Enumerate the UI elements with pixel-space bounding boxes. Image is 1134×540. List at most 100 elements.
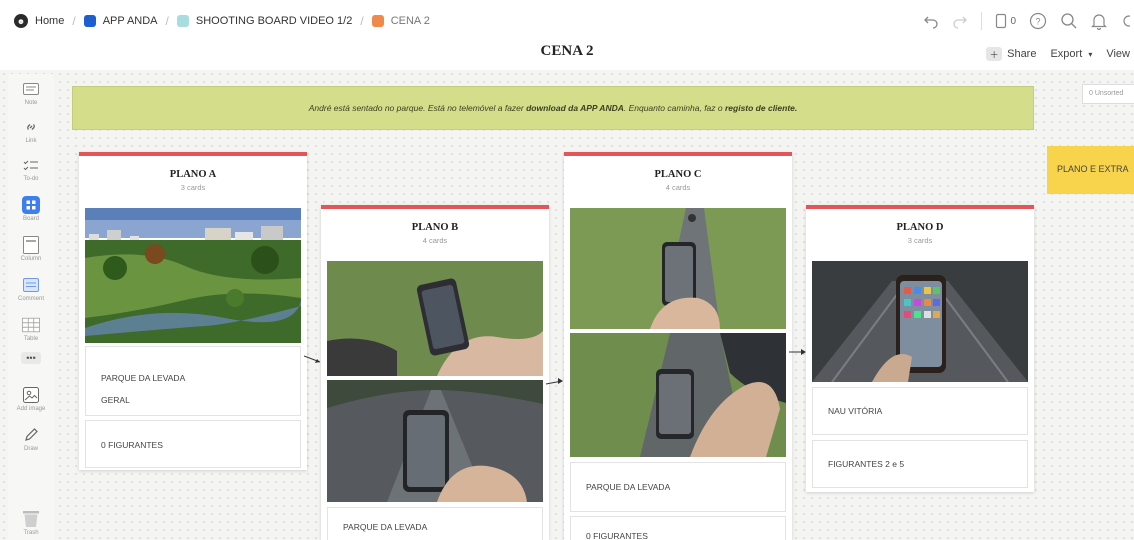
escalator-phone-image bbox=[812, 261, 1028, 382]
svg-text:?: ? bbox=[1035, 17, 1040, 27]
tool-label: Table bbox=[23, 336, 39, 342]
text-card[interactable]: 0 FIGURANTES bbox=[570, 516, 786, 540]
breadcrumb: ☻ Home / APP ANDA / SHOOTING BOARD VIDEO… bbox=[14, 14, 430, 28]
header-actions: ＋ Share Export ▾ View bbox=[986, 47, 1130, 61]
column-plano-b[interactable]: PLANO B 4 cards PARQUE DA LEVADA bbox=[321, 205, 549, 540]
image-card-phone-grass[interactable] bbox=[327, 261, 543, 376]
breadcrumb-shooting-board[interactable]: SHOOTING BOARD VIDEO 1/2 bbox=[176, 15, 353, 27]
board-color-icon bbox=[83, 15, 96, 27]
tool-trash[interactable]: Trash bbox=[8, 510, 54, 536]
breadcrumb-label: SHOOTING BOARD VIDEO 1/2 bbox=[195, 15, 353, 27]
unsorted-button[interactable]: 0 Unsorted bbox=[1082, 84, 1134, 104]
search-icon[interactable] bbox=[1060, 12, 1078, 30]
column-title[interactable]: PLANO C bbox=[564, 169, 792, 180]
export-label: Export bbox=[1050, 48, 1083, 60]
draw-icon bbox=[22, 426, 40, 444]
bell-icon[interactable] bbox=[1091, 12, 1107, 30]
tool-label: Add image bbox=[16, 406, 46, 412]
sticky-note-plano-e[interactable]: PLANO E EXTRA bbox=[1047, 146, 1134, 194]
column-header: PLANO D 3 cards bbox=[806, 209, 1034, 257]
more-icon: ••• bbox=[21, 352, 41, 364]
settings-icon[interactable] bbox=[1120, 12, 1130, 30]
image-card-park-aerial[interactable] bbox=[85, 208, 301, 343]
connector-arrow[interactable] bbox=[304, 352, 324, 368]
breadcrumb-home[interactable]: ☻ Home bbox=[14, 14, 64, 28]
phone-grass-image bbox=[327, 261, 543, 376]
tool-column[interactable]: Column bbox=[8, 236, 54, 262]
column-plano-d[interactable]: PLANO D 3 cards NAU VITÓRIA FIGURANTES 2… bbox=[806, 205, 1034, 492]
card-text: NAU VITÓRIA bbox=[828, 406, 883, 416]
board-color-icon bbox=[371, 15, 384, 27]
text-card[interactable]: 0 FIGURANTES bbox=[85, 420, 301, 468]
text-card[interactable]: PARQUE DA LEVADA bbox=[570, 462, 786, 512]
tool-note[interactable]: Note bbox=[8, 80, 54, 106]
column-icon bbox=[22, 236, 40, 254]
left-toolbar: Note Link To-do Board Column Comment Tab… bbox=[8, 74, 54, 540]
link-icon bbox=[22, 118, 40, 136]
text-card[interactable]: PARQUE DA LEVADA GERAL bbox=[85, 346, 301, 416]
tool-label: Comment bbox=[17, 296, 44, 302]
page-title: CENA 2 bbox=[540, 43, 594, 59]
top-bar: ☻ Home / APP ANDA / SHOOTING BOARD VIDEO… bbox=[0, 0, 1134, 70]
table-icon bbox=[22, 316, 40, 334]
export-button[interactable]: Export ▾ bbox=[1050, 48, 1092, 60]
comment-icon bbox=[22, 276, 40, 294]
device-counter[interactable]: 0 bbox=[995, 13, 1016, 29]
board-icon bbox=[22, 196, 40, 214]
image-card-walking-path[interactable] bbox=[570, 208, 786, 329]
banner-text: André está sentado no parque. Está no te… bbox=[308, 103, 798, 113]
column-count: 3 cards bbox=[907, 236, 933, 245]
redo-icon[interactable] bbox=[952, 13, 968, 29]
tool-label: ••• bbox=[26, 353, 36, 363]
help-icon[interactable]: ? bbox=[1029, 12, 1047, 30]
image-card-holding-phone[interactable] bbox=[570, 333, 786, 457]
tool-more[interactable]: ••• bbox=[8, 352, 54, 366]
park-aerial-image bbox=[85, 208, 301, 343]
card-text: GERAL bbox=[101, 395, 130, 405]
column-count: 4 cards bbox=[422, 236, 448, 245]
tool-draw[interactable]: Draw bbox=[8, 426, 54, 452]
column-plano-c[interactable]: PLANO C 4 cards PARQUE DA LEVADA 0 FIGUR… bbox=[564, 152, 792, 540]
tool-board[interactable]: Board bbox=[8, 196, 54, 222]
column-header: PLANO A 3 cards bbox=[79, 156, 307, 204]
column-plano-a[interactable]: PLANO A 3 cards PARQUE DA LEVADA GERAL 0… bbox=[79, 152, 307, 470]
column-title[interactable]: PLANO D bbox=[806, 222, 1034, 233]
card-text: 0 FIGURANTES bbox=[586, 531, 648, 540]
undo-icon[interactable] bbox=[923, 13, 939, 29]
share-button[interactable]: ＋ Share bbox=[986, 47, 1036, 61]
tool-todo[interactable]: To-do bbox=[8, 156, 54, 182]
view-button[interactable]: View bbox=[1106, 48, 1130, 60]
add-user-icon: ＋ bbox=[986, 47, 1003, 61]
text-card[interactable]: PARQUE DA LEVADA bbox=[327, 507, 543, 540]
card-text: 0 FIGURANTES bbox=[101, 440, 163, 450]
device-icon bbox=[996, 13, 1007, 29]
holding-phone-image bbox=[570, 333, 786, 457]
breadcrumb-label: CENA 2 bbox=[390, 15, 430, 27]
connector-arrow[interactable] bbox=[546, 376, 566, 388]
scene-description-note[interactable]: André está sentado no parque. Está no te… bbox=[72, 86, 1034, 130]
view-label: View bbox=[1106, 48, 1130, 60]
text-card[interactable]: FIGURANTES 2 e 5 bbox=[812, 440, 1028, 488]
phone-path-image bbox=[327, 380, 543, 502]
breadcrumb-separator: / bbox=[72, 14, 76, 28]
column-count: 4 cards bbox=[665, 183, 691, 192]
column-title[interactable]: PLANO A bbox=[79, 169, 307, 180]
breadcrumb-cena-2[interactable]: CENA 2 bbox=[371, 15, 430, 27]
image-card-phone-path[interactable] bbox=[327, 380, 543, 502]
tool-comment[interactable]: Comment bbox=[8, 276, 54, 302]
connector-arrow[interactable] bbox=[789, 346, 809, 358]
trash-icon bbox=[22, 510, 40, 528]
column-title[interactable]: PLANO B bbox=[321, 222, 549, 233]
breadcrumb-app-anda[interactable]: APP ANDA bbox=[83, 15, 158, 27]
share-label: Share bbox=[1007, 48, 1037, 60]
tool-link[interactable]: Link bbox=[8, 118, 54, 144]
tool-add-image[interactable]: Add image bbox=[8, 386, 54, 412]
text-card[interactable]: NAU VITÓRIA bbox=[812, 387, 1028, 435]
image-card-escalator-phone[interactable] bbox=[812, 261, 1028, 382]
tool-table[interactable]: Table bbox=[8, 316, 54, 342]
tool-label: Trash bbox=[23, 530, 39, 536]
divider bbox=[981, 12, 983, 30]
column-header: PLANO C 4 cards bbox=[564, 156, 792, 204]
breadcrumb-label: APP ANDA bbox=[102, 15, 158, 27]
tool-label: Note bbox=[24, 100, 38, 106]
